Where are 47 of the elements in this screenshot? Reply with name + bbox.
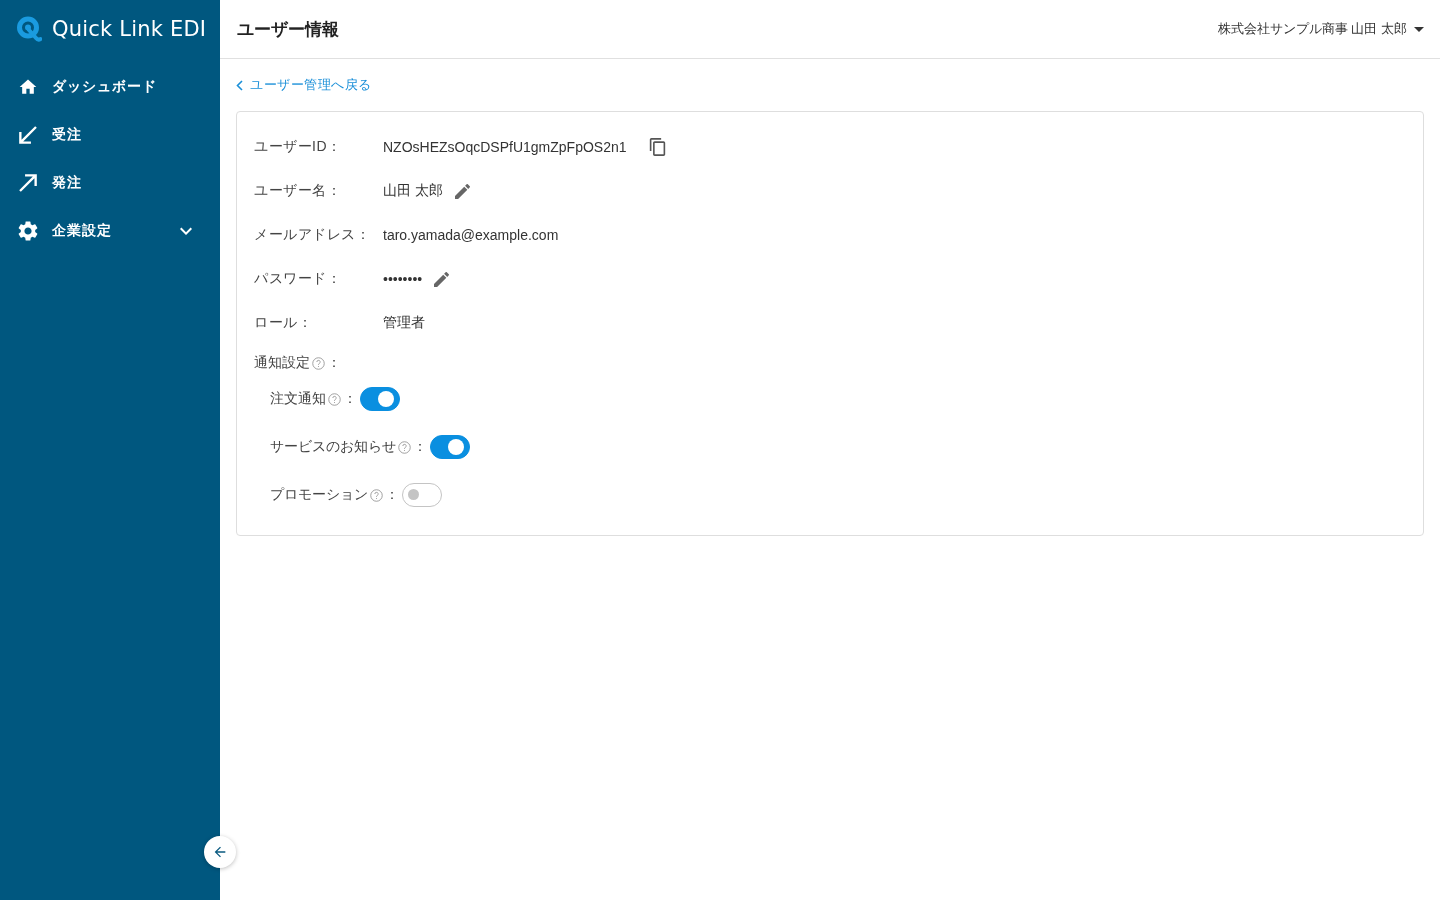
help-icon bbox=[398, 440, 411, 454]
field-label: パスワード： bbox=[254, 270, 342, 288]
field-value: taro.yamada@example.com bbox=[383, 227, 559, 243]
help-icon bbox=[312, 356, 325, 370]
arrow-left-icon bbox=[212, 844, 228, 860]
logo-text: Quick Link EDI bbox=[52, 16, 207, 41]
field-label: ロール： bbox=[254, 314, 313, 332]
section-label: 通知設定 bbox=[254, 354, 310, 372]
field-value: 山田 太郎 bbox=[383, 182, 443, 200]
arrow-down-left-icon bbox=[18, 125, 38, 145]
help-icon bbox=[328, 392, 341, 406]
field-value: 管理者 bbox=[383, 314, 425, 332]
edit-button[interactable] bbox=[452, 181, 472, 201]
separator-text: ： bbox=[327, 354, 341, 372]
page-title: ユーザー情報 bbox=[237, 18, 339, 41]
home-icon bbox=[18, 77, 38, 97]
nav-item[interactable]: 受注 bbox=[0, 111, 220, 159]
logo-icon bbox=[16, 15, 42, 42]
back-link[interactable]: ユーザー管理へ戻る bbox=[236, 75, 372, 95]
help-icon bbox=[370, 488, 383, 502]
caret-down-icon bbox=[1414, 26, 1424, 32]
chevron-left-icon bbox=[236, 79, 243, 91]
field-value: •••••••• bbox=[383, 271, 423, 287]
collapse-sidebar-button[interactable] bbox=[204, 836, 236, 868]
field-value: NZOsHEZsOqcDSPfU1gmZpFpOS2n1 bbox=[383, 139, 627, 155]
nav-item[interactable]: ダッシュボード bbox=[0, 63, 220, 111]
arrow-up-right-icon bbox=[18, 173, 38, 193]
setting-label: 注文通知 bbox=[270, 390, 326, 408]
pencil-icon bbox=[434, 271, 450, 287]
field-label: ユーザーID： bbox=[254, 138, 343, 156]
gear-icon bbox=[18, 221, 38, 241]
setting-label: プロモーション bbox=[270, 486, 368, 504]
copy-icon bbox=[648, 138, 666, 156]
account-menu[interactable]: 株式会社サンプル商事 山田 太郎 bbox=[1217, 20, 1424, 38]
field-label: メールアドレス： bbox=[254, 226, 371, 244]
separator-text: ： bbox=[343, 390, 357, 408]
pencil-icon bbox=[454, 183, 470, 199]
separator-text: ： bbox=[385, 486, 399, 504]
setting-label: サービスのお知らせ bbox=[270, 438, 396, 456]
edit-button[interactable] bbox=[432, 269, 452, 289]
nav-item[interactable]: 企業設定 bbox=[0, 207, 220, 255]
field-label: ユーザー名： bbox=[254, 182, 342, 200]
separator-text: ： bbox=[413, 438, 427, 456]
nav-item[interactable]: 発注 bbox=[0, 159, 220, 207]
toggle-switch[interactable] bbox=[360, 387, 400, 411]
toggle-switch[interactable] bbox=[402, 483, 442, 507]
toggle-switch[interactable] bbox=[430, 435, 470, 459]
